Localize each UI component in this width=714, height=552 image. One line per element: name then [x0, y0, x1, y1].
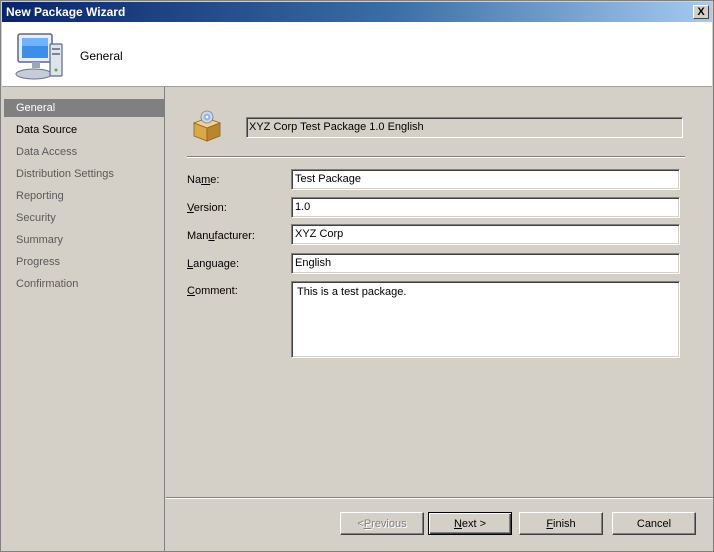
sidebar-item-data-source[interactable]: Data Source: [4, 121, 164, 139]
page-title: General: [80, 49, 123, 63]
cancel-button[interactable]: Cancel: [612, 512, 696, 535]
name-input[interactable]: Test Package: [291, 169, 680, 190]
window-title: New Package Wizard: [6, 5, 126, 19]
next-button[interactable]: Next >: [428, 512, 512, 535]
computer-icon: [15, 33, 63, 80]
wizard-content: XYZ Corp Test Package 1.0 English Name: …: [166, 87, 713, 551]
wizard-header: General: [2, 22, 712, 87]
previous-button: < Previous: [340, 512, 424, 535]
sidebar-item-summary: Summary: [16, 234, 64, 246]
sidebar-divider: [164, 87, 165, 551]
name-label: Name:: [187, 174, 220, 186]
sidebar-item-general[interactable]: General: [4, 99, 164, 117]
manufacturer-input[interactable]: XYZ Corp: [291, 224, 680, 245]
footer-separator: [166, 497, 713, 499]
close-button[interactable]: X: [693, 5, 709, 19]
package-icon: [192, 110, 222, 142]
title-bar[interactable]: New Package Wizard X: [2, 2, 712, 22]
sidebar-item-security: Security: [16, 212, 56, 224]
language-input[interactable]: English: [291, 253, 680, 274]
sidebar-item-data-access: Data Access: [16, 146, 78, 158]
package-name-display: XYZ Corp Test Package 1.0 English: [246, 117, 683, 138]
manufacturer-label: Manufacturer:: [187, 230, 255, 242]
finish-button[interactable]: Finish: [519, 512, 603, 535]
version-label: Version:: [187, 202, 227, 214]
sidebar-item-distribution-settings: Distribution Settings: [16, 168, 114, 180]
sidebar-item-reporting: Reporting: [16, 190, 64, 202]
sidebar-item-confirmation: Confirmation: [16, 278, 79, 290]
close-icon: X: [697, 5, 705, 18]
wizard-window: New Package Wizard X General General Dat…: [0, 0, 714, 552]
comment-label: Comment:: [187, 285, 238, 297]
section-separator: [187, 156, 685, 158]
language-label: Language:: [187, 258, 240, 270]
sidebar-item-progress: Progress: [16, 256, 61, 268]
version-input[interactable]: 1.0: [291, 197, 680, 218]
wizard-steps-sidebar: General Data Source Data Access Distribu…: [2, 87, 165, 551]
comment-textarea[interactable]: This is a test package.: [291, 281, 680, 358]
